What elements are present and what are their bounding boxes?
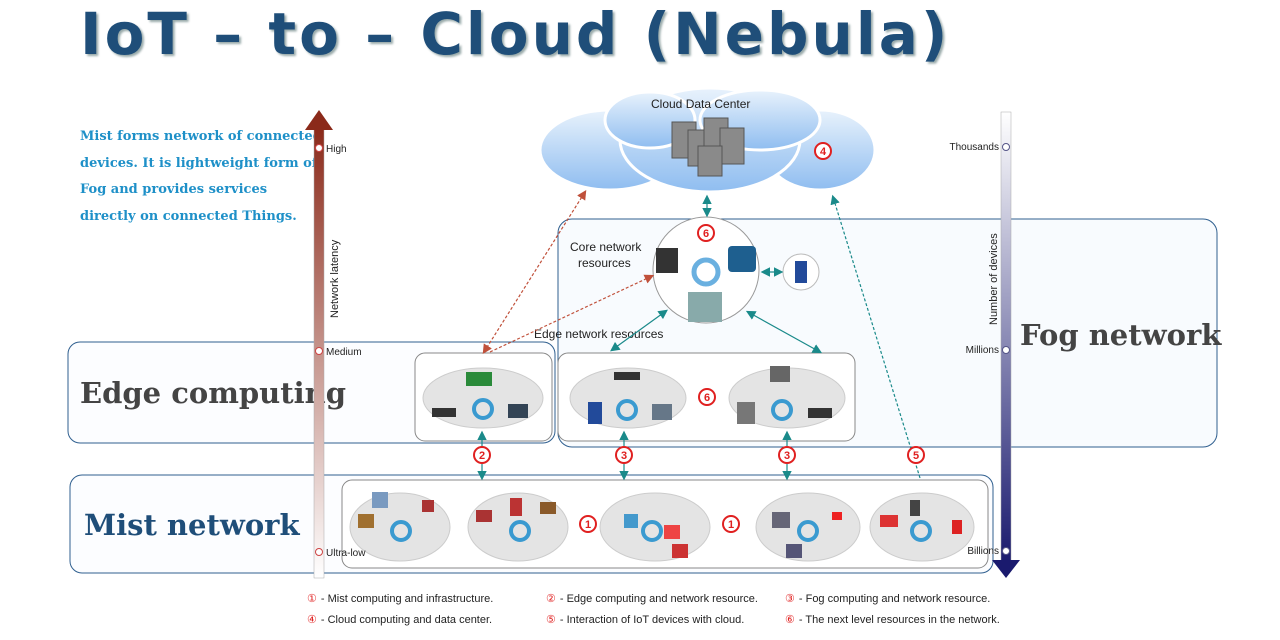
server-icon bbox=[795, 261, 807, 283]
svg-text:Medium: Medium bbox=[326, 347, 362, 358]
badge-3b: 3 bbox=[778, 446, 796, 464]
legend-item: ①- Mist computing and infrastructure. bbox=[307, 593, 494, 605]
svg-text:2: 2 bbox=[479, 450, 485, 462]
core-label: resources bbox=[578, 256, 631, 270]
svg-text:Network latency: Network latency bbox=[329, 239, 341, 318]
badge-3a: 3 bbox=[615, 446, 633, 464]
mist-network-label: Mist network bbox=[84, 508, 300, 542]
architecture-diagram: Fog network Edge computing Mist network bbox=[67, 86, 1222, 579]
core-label: Core network bbox=[570, 240, 642, 254]
svg-text:1: 1 bbox=[728, 519, 734, 531]
svg-text:4: 4 bbox=[820, 146, 827, 158]
svg-text:3: 3 bbox=[621, 450, 627, 462]
legend-item: ⑤- Interaction of IoT devices with cloud… bbox=[546, 614, 745, 626]
server-icon bbox=[656, 248, 678, 273]
svg-text:5: 5 bbox=[913, 450, 919, 462]
svg-text:Billions: Billions bbox=[967, 546, 999, 557]
edge-resources-label: Edge network resources bbox=[534, 327, 663, 341]
svg-text:6: 6 bbox=[704, 392, 710, 404]
storage-icon bbox=[688, 292, 722, 322]
svg-text:Millions: Millions bbox=[966, 345, 999, 356]
svg-text:Number of devices: Number of devices bbox=[988, 233, 1000, 325]
svg-text:1: 1 bbox=[585, 519, 591, 531]
legend-item: ④- Cloud computing and data center. bbox=[307, 614, 493, 626]
legend-item: ②- Edge computing and network resource. bbox=[546, 593, 758, 605]
router-icon bbox=[728, 246, 756, 272]
svg-text:Thousands: Thousands bbox=[950, 142, 999, 153]
badge-2: 2 bbox=[473, 446, 491, 464]
legend-item: ⑥- The next level resources in the netwo… bbox=[785, 614, 1000, 626]
svg-text:High: High bbox=[326, 144, 347, 155]
svg-text:Ultra-low: Ultra-low bbox=[326, 548, 366, 559]
edge-computing-label: Edge computing bbox=[80, 376, 346, 410]
fog-network-label: Fog network bbox=[1020, 318, 1222, 352]
cloud-label: Cloud Data Center bbox=[651, 97, 750, 111]
badge-1b: 1 bbox=[722, 515, 740, 533]
badge-1a: 1 bbox=[579, 515, 597, 533]
svg-text:3: 3 bbox=[784, 450, 790, 462]
badge-5: 5 bbox=[907, 446, 925, 464]
svg-text:6: 6 bbox=[703, 228, 709, 240]
badge-6-fog: 6 bbox=[698, 388, 716, 406]
badge-4: 4 bbox=[814, 142, 832, 160]
legend-item: ③- Fog computing and network resource. bbox=[785, 593, 991, 605]
badge-6-core: 6 bbox=[697, 224, 715, 242]
